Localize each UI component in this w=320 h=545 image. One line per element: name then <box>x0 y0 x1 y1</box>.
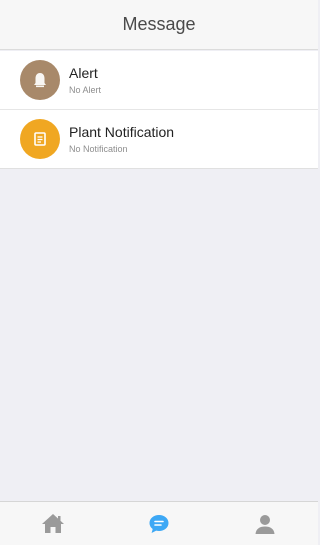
message-subtitle: No Alert <box>69 84 102 95</box>
navigation-header: Message <box>0 0 318 50</box>
message-list: Alert No Alert Plant Notification No Not… <box>0 51 318 169</box>
notification-note-icon <box>34 132 46 146</box>
alert-bell-icon <box>34 73 46 88</box>
alert-avatar <box>20 60 60 100</box>
message-item-alert[interactable]: Alert No Alert <box>0 51 318 110</box>
message-subtitle: No Notification <box>69 143 128 154</box>
app-screen: Message Alert No Alert Plant Notificatio… <box>0 0 318 545</box>
home-icon <box>42 513 64 533</box>
tab-profile[interactable] <box>235 502 295 545</box>
message-title: Plant Notification <box>69 123 175 140</box>
page-title: Message <box>122 14 196 34</box>
tab-home[interactable] <box>23 502 83 545</box>
tab-messages[interactable] <box>129 502 189 545</box>
user-icon <box>255 514 275 534</box>
message-title: Alert <box>69 64 98 81</box>
notification-avatar <box>20 119 60 159</box>
message-item-plant-notification[interactable]: Plant Notification No Notification <box>0 110 318 169</box>
tab-bar <box>0 501 318 545</box>
message-bubble-icon <box>149 514 169 533</box>
